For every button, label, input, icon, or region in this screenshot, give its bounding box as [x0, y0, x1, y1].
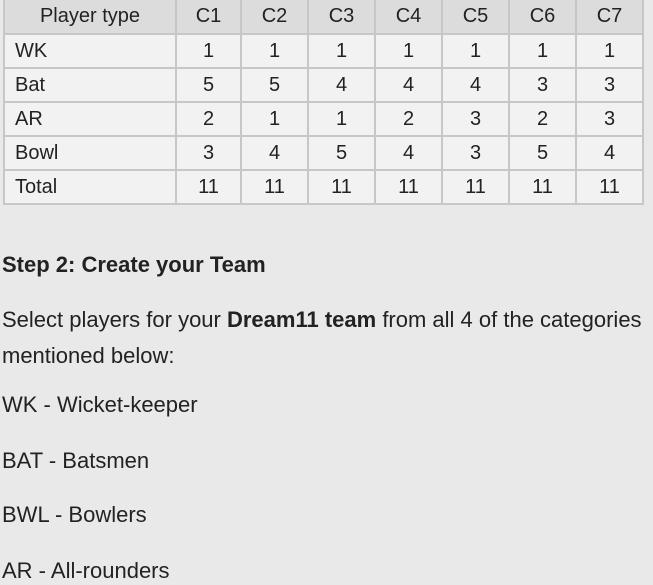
- header-c7: C7: [575, 0, 644, 35]
- page: Player type C1 C2 C3 C4 C5 C6 C7 WK 1 1 …: [0, 0, 653, 585]
- table-row: Bowl 3 4 5 4 3 5 4: [3, 135, 644, 171]
- table-cell: 4: [575, 135, 644, 171]
- header-c5: C5: [441, 0, 510, 35]
- table-cell: 3: [508, 67, 577, 103]
- table-row: Bat 5 5 4 4 4 3 3: [3, 67, 644, 103]
- table-cell: 1: [175, 33, 242, 69]
- table-cell: 11: [307, 169, 376, 205]
- row-label: Bowl: [3, 135, 177, 171]
- table-row: Total 11 11 11 11 11 11 11: [3, 169, 644, 205]
- row-label: Total: [3, 169, 177, 205]
- header-c1: C1: [175, 0, 242, 35]
- table-cell: 1: [508, 33, 577, 69]
- team-combination-table: Player type C1 C2 C3 C4 C5 C6 C7 WK 1 1 …: [3, 0, 644, 205]
- table-cell: 4: [374, 135, 443, 171]
- table-cell: 1: [240, 101, 309, 137]
- table-cell: 1: [441, 33, 510, 69]
- table-cell: 3: [441, 135, 510, 171]
- table-header-row: Player type C1 C2 C3 C4 C5 C6 C7: [3, 0, 644, 35]
- table-cell: 11: [508, 169, 577, 205]
- category-all-rounders: AR - All-rounders: [2, 558, 170, 583]
- table-cell: 11: [175, 169, 242, 205]
- category-batsmen: BAT - Batsmen: [2, 448, 150, 473]
- header-c6: C6: [508, 0, 577, 35]
- table-cell: 4: [307, 67, 376, 103]
- table-cell: 1: [240, 33, 309, 69]
- table-cell: 3: [575, 67, 644, 103]
- step-heading: Step 2: Create your Team: [2, 252, 266, 277]
- category-wicket-keeper: WK - Wicket-keeper: [2, 392, 198, 417]
- intro-team-name: Dream11 team: [226, 307, 377, 332]
- table-cell: 5: [240, 67, 309, 103]
- table-cell: 5: [307, 135, 376, 171]
- table-row: WK 1 1 1 1 1 1 1: [3, 33, 644, 69]
- header-c2: C2: [240, 0, 309, 35]
- table-row: AR 2 1 1 2 3 2 3: [3, 101, 644, 137]
- table-cell: 3: [441, 101, 510, 137]
- table-cell: 4: [374, 67, 443, 103]
- table-cell: 1: [307, 33, 376, 69]
- header-c3: C3: [307, 0, 376, 35]
- table-cell: 4: [441, 67, 510, 103]
- header-c4: C4: [374, 0, 443, 35]
- table-cell: 3: [575, 101, 644, 137]
- step-intro: Select players for your Dream11 team fro…: [2, 302, 647, 374]
- table-cell: 11: [374, 169, 443, 205]
- table-cell: 2: [374, 101, 443, 137]
- table-cell: 5: [508, 135, 577, 171]
- table-cell: 1: [374, 33, 443, 69]
- table-cell: 4: [240, 135, 309, 171]
- table-cell: 2: [175, 101, 242, 137]
- intro-text-before: Select players for your: [2, 307, 227, 332]
- row-label: AR: [3, 101, 177, 137]
- table-cell: 3: [175, 135, 242, 171]
- table-cell: 1: [307, 101, 376, 137]
- table-cell: 1: [575, 33, 644, 69]
- row-label: Bat: [3, 67, 177, 103]
- category-bowlers: BWL - Bowlers: [2, 502, 147, 527]
- table-cell: 11: [575, 169, 644, 205]
- header-player-type: Player type: [3, 0, 177, 35]
- row-label: WK: [3, 33, 177, 69]
- table-cell: 5: [175, 67, 242, 103]
- table-cell: 11: [240, 169, 309, 205]
- table-cell: 2: [508, 101, 577, 137]
- table-cell: 11: [441, 169, 510, 205]
